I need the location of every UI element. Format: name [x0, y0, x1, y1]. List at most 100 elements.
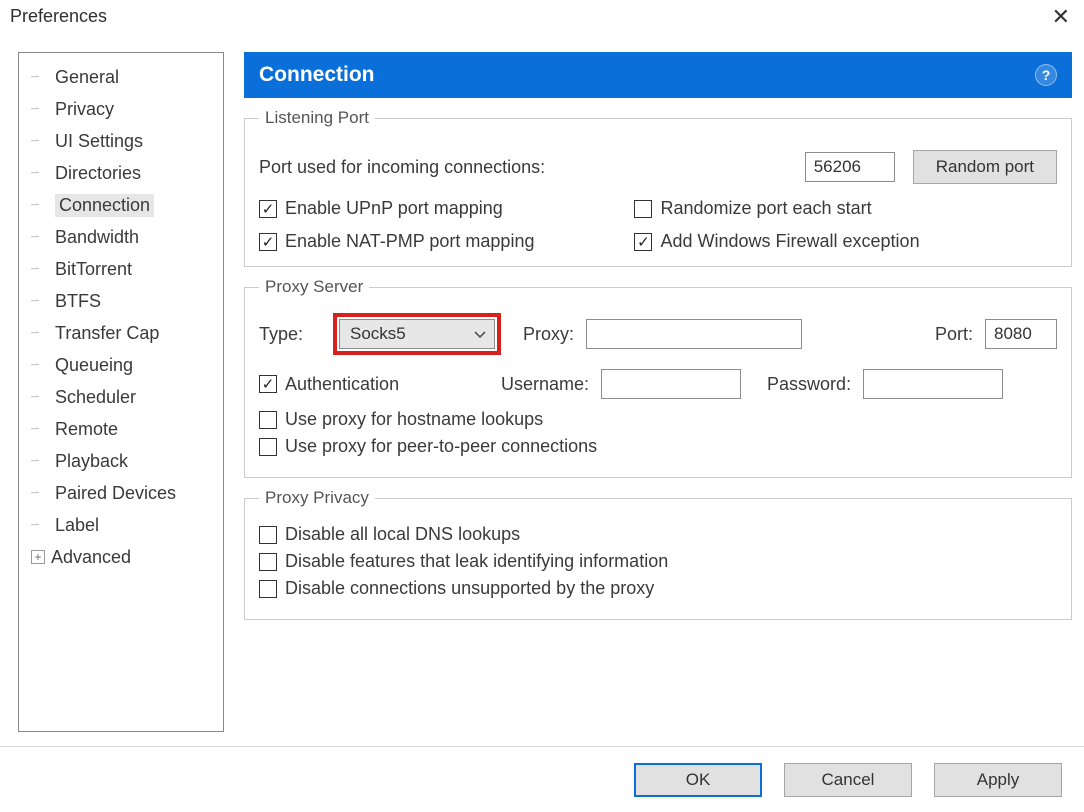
tree-branch-icon: ┈	[31, 69, 55, 85]
close-icon[interactable]: ✕	[1048, 6, 1074, 28]
tree-branch-icon: ┈	[31, 357, 55, 373]
proxy-server-group: Proxy Server Type: Socks5 Proxy: Port:	[244, 277, 1072, 478]
tree-branch-icon: ┈	[31, 197, 55, 213]
tree-item-paired-devices[interactable]: ┈Paired Devices	[23, 477, 219, 509]
password-input[interactable]	[863, 369, 1003, 399]
auth-checkbox[interactable]: ✓ Authentication	[259, 374, 489, 395]
ok-button[interactable]: OK	[634, 763, 762, 797]
proxy-privacy-group: Proxy Privacy Disable all local DNS look…	[244, 488, 1072, 620]
port-input[interactable]	[805, 152, 895, 182]
tree-item-remote[interactable]: ┈Remote	[23, 413, 219, 445]
firewall-checkbox[interactable]: ✓ Add Windows Firewall exception	[634, 231, 919, 252]
tree-branch-icon: ┈	[31, 261, 55, 277]
tree-item-directories[interactable]: ┈Directories	[23, 157, 219, 189]
tree-branch-icon: ┈	[31, 229, 55, 245]
tree-item-label: Paired Devices	[55, 483, 176, 504]
tree-item-label: Remote	[55, 419, 118, 440]
expand-icon[interactable]: +	[31, 550, 45, 564]
leak-checkbox[interactable]: Disable features that leak identifying i…	[259, 551, 668, 572]
checkbox-icon	[259, 526, 277, 544]
checkbox-icon: ✓	[259, 200, 277, 218]
panel-header: Connection ?	[244, 52, 1072, 98]
tree-item-label: UI Settings	[55, 131, 143, 152]
tree-item-bandwidth[interactable]: ┈Bandwidth	[23, 221, 219, 253]
tree-item-label: Transfer Cap	[55, 323, 159, 344]
password-label: Password:	[767, 374, 851, 395]
proxy-type-highlight: Socks5	[333, 313, 501, 355]
tree-item-connection[interactable]: ┈Connection	[23, 189, 219, 221]
tree-branch-icon: ┈	[31, 325, 55, 341]
tree-item-label: Connection	[55, 194, 154, 217]
tree-branch-icon: ┈	[31, 165, 55, 181]
tree-item-label: Playback	[55, 451, 128, 472]
checkbox-icon: ✓	[259, 375, 277, 393]
help-icon[interactable]: ?	[1035, 64, 1057, 86]
unsupported-checkbox[interactable]: Disable connections unsupported by the p…	[259, 578, 654, 599]
tree-item-playback[interactable]: ┈Playback	[23, 445, 219, 477]
dialog-button-row: OK Cancel Apply	[0, 747, 1084, 797]
apply-button[interactable]: Apply	[934, 763, 1062, 797]
p2p-label: Use proxy for peer-to-peer connections	[285, 436, 597, 457]
tree-item-general[interactable]: ┈General	[23, 61, 219, 93]
tree-item-queueing[interactable]: ┈Queueing	[23, 349, 219, 381]
chevron-down-icon	[474, 324, 486, 344]
tree-item-btfs[interactable]: ┈BTFS	[23, 285, 219, 317]
tree-branch-icon: ┈	[31, 389, 55, 405]
tree-item-scheduler[interactable]: ┈Scheduler	[23, 381, 219, 413]
randomize-label: Randomize port each start	[660, 198, 871, 219]
auth-label: Authentication	[285, 374, 399, 395]
upnp-label: Enable UPnP port mapping	[285, 198, 503, 219]
natpmp-label: Enable NAT-PMP port mapping	[285, 231, 534, 252]
dns-checkbox[interactable]: Disable all local DNS lookups	[259, 524, 520, 545]
proxy-type-select[interactable]: Socks5	[339, 319, 495, 349]
tree-branch-icon: ┈	[31, 485, 55, 501]
checkbox-icon	[259, 411, 277, 429]
proxy-type-label: Type:	[259, 324, 321, 345]
username-label: Username:	[501, 374, 589, 395]
listening-port-legend: Listening Port	[259, 108, 375, 128]
tree-item-label: BitTorrent	[55, 259, 132, 280]
tree-branch-icon: ┈	[31, 293, 55, 309]
tree-item-label: Advanced	[51, 547, 131, 568]
random-port-button[interactable]: Random port	[913, 150, 1057, 184]
leak-label: Disable features that leak identifying i…	[285, 551, 668, 572]
tree-item-ui-settings[interactable]: ┈UI Settings	[23, 125, 219, 157]
proxy-port-label: Port:	[935, 324, 973, 345]
checkbox-icon	[259, 553, 277, 571]
proxy-port-input[interactable]	[985, 319, 1057, 349]
hostname-lookup-checkbox[interactable]: Use proxy for hostname lookups	[259, 409, 543, 430]
proxy-host-label: Proxy:	[523, 324, 574, 345]
tree-item-transfer-cap[interactable]: ┈Transfer Cap	[23, 317, 219, 349]
p2p-checkbox[interactable]: Use proxy for peer-to-peer connections	[259, 436, 597, 457]
checkbox-icon	[259, 438, 277, 456]
tree-item-privacy[interactable]: ┈Privacy	[23, 93, 219, 125]
hostname-lookup-label: Use proxy for hostname lookups	[285, 409, 543, 430]
tree-item-label: Label	[55, 515, 99, 536]
tree-item-bittorrent[interactable]: ┈BitTorrent	[23, 253, 219, 285]
proxy-host-input[interactable]	[586, 319, 802, 349]
checkbox-icon	[634, 200, 652, 218]
proxy-type-value: Socks5	[350, 324, 406, 344]
tree-item-advanced[interactable]: + Advanced	[23, 541, 219, 573]
tree-branch-icon: ┈	[31, 101, 55, 117]
window-titlebar: Preferences ✕	[0, 0, 1084, 32]
tree-branch-icon: ┈	[31, 517, 55, 533]
checkbox-icon: ✓	[259, 233, 277, 251]
natpmp-checkbox[interactable]: ✓ Enable NAT-PMP port mapping	[259, 231, 534, 252]
username-input[interactable]	[601, 369, 741, 399]
port-label: Port used for incoming connections:	[259, 157, 545, 178]
upnp-checkbox[interactable]: ✓ Enable UPnP port mapping	[259, 198, 534, 219]
tree-item-label[interactable]: ┈Label	[23, 509, 219, 541]
dns-label: Disable all local DNS lookups	[285, 524, 520, 545]
tree-item-label: Bandwidth	[55, 227, 139, 248]
category-tree: ┈General┈Privacy┈UI Settings┈Directories…	[18, 52, 224, 732]
tree-branch-icon: ┈	[31, 133, 55, 149]
listening-port-group: Listening Port Port used for incoming co…	[244, 108, 1072, 267]
tree-branch-icon: ┈	[31, 453, 55, 469]
randomize-checkbox[interactable]: Randomize port each start	[634, 198, 919, 219]
tree-item-label: BTFS	[55, 291, 101, 312]
tree-branch-icon: ┈	[31, 421, 55, 437]
proxy-privacy-legend: Proxy Privacy	[259, 488, 375, 508]
cancel-button[interactable]: Cancel	[784, 763, 912, 797]
firewall-label: Add Windows Firewall exception	[660, 231, 919, 252]
